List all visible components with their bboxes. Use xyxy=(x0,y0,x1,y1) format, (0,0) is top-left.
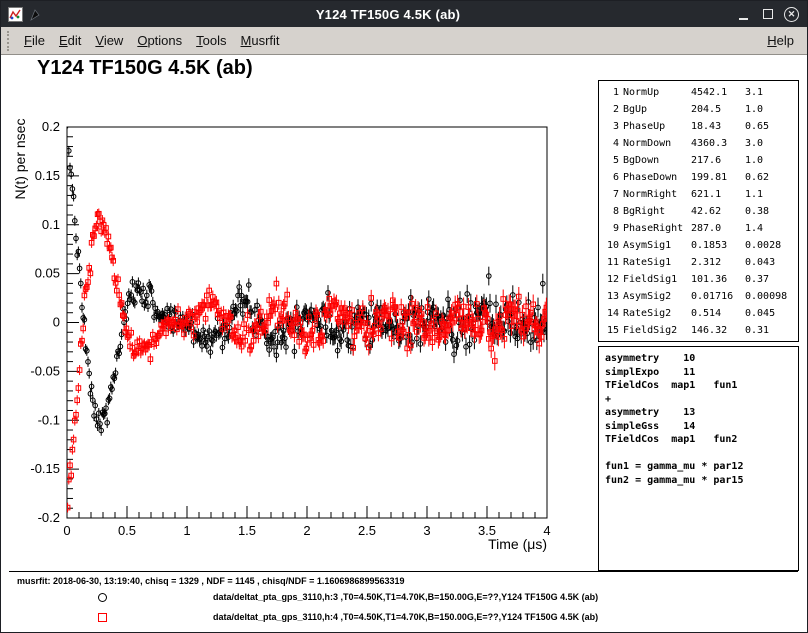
window-title: Y124 TF150G 4.5K (ab) xyxy=(41,7,735,22)
menu-item-edit[interactable]: Edit xyxy=(52,28,88,53)
svg-text:0.2: 0.2 xyxy=(42,119,60,134)
data-series-square xyxy=(65,209,548,513)
legend-label: data/deltat_pta_gps_3110,h:4 ,T0=4.50K,T… xyxy=(213,612,598,622)
menu-item-help[interactable]: Help xyxy=(758,28,803,53)
window-controls: ✕ xyxy=(735,6,800,23)
legend-item: data/deltat_pta_gps_3110,h:3 ,T0=4.50K,T… xyxy=(1,590,807,606)
minimize-button[interactable] xyxy=(735,6,752,23)
maximize-button[interactable] xyxy=(759,6,776,23)
menu-item-options[interactable]: Options xyxy=(130,28,189,53)
parameters-box[interactable]: 1NormUp4542.13.12BgUp204.51.03PhaseUp18.… xyxy=(598,80,799,342)
parameter-row: 10AsymSig10.18530.0028 xyxy=(603,237,794,254)
parameter-row: 7NormRight621.11.1 xyxy=(603,186,794,203)
parameter-row: 6PhaseDown199.810.62 xyxy=(603,169,794,186)
legend-marker-circle-icon xyxy=(98,593,107,602)
parameter-row: 8BgRight42.620.38 xyxy=(603,203,794,220)
menu-item-musrfit[interactable]: Musrfit xyxy=(234,28,287,53)
legend-label: data/deltat_pta_gps_3110,h:3 ,T0=4.50K,T… xyxy=(213,592,598,602)
pin-icon[interactable] xyxy=(28,8,41,21)
svg-text:-0.15: -0.15 xyxy=(30,461,60,476)
parameter-row: 12FieldSig1101.360.37 xyxy=(603,271,794,288)
parameter-row: 5BgDown217.61.0 xyxy=(603,152,794,169)
parameter-row: 2BgUp204.51.0 xyxy=(603,101,794,118)
svg-text:0.15: 0.15 xyxy=(35,168,60,183)
svg-text:0.05: 0.05 xyxy=(35,266,60,281)
svg-text:0.1: 0.1 xyxy=(42,217,60,232)
svg-text:-0.1: -0.1 xyxy=(38,412,60,427)
theory-box[interactable]: asymmetry 10 simplExpo 11 TFieldCos map1… xyxy=(598,346,799,571)
title-bar[interactable]: Y124 TF150G 4.5K (ab) ✕ xyxy=(1,1,807,27)
parameter-row: 1NormUp4542.13.1 xyxy=(603,84,794,101)
menu-item-file[interactable]: File xyxy=(17,28,52,53)
minimize-icon xyxy=(739,18,748,20)
svg-text:2: 2 xyxy=(303,523,310,538)
maximize-icon xyxy=(763,9,773,19)
y-axis-title: N(t) per nsec xyxy=(12,119,28,200)
close-button[interactable]: ✕ xyxy=(783,6,800,23)
svg-text:0.5: 0.5 xyxy=(118,523,136,538)
root-canvas[interactable]: 00.511.522.533.54-0.2-0.15-0.1-0.0500.05… xyxy=(1,55,807,632)
titlebar-icons xyxy=(8,7,41,22)
data-series-circle xyxy=(65,119,548,436)
svg-text:1: 1 xyxy=(183,523,190,538)
legend-item: data/deltat_pta_gps_3110,h:4 ,T0=4.50K,T… xyxy=(1,610,807,626)
parameter-row: 3PhaseUp18.430.65 xyxy=(603,118,794,135)
parameter-row: 13AsymSig20.017160.00098 xyxy=(603,288,794,305)
legend-marker-square-icon xyxy=(98,613,107,622)
menu-items: FileEditViewOptionsToolsMusrfit xyxy=(17,28,287,53)
svg-text:1.5: 1.5 xyxy=(238,523,256,538)
parameter-row: 4NormDown4360.33.0 xyxy=(603,135,794,152)
fit-info: musrfit: 2018-06-30, 13:19:40, chisq = 1… xyxy=(17,576,404,586)
parameter-row: 15FieldSig2146.320.31 xyxy=(603,322,794,339)
svg-text:0: 0 xyxy=(53,315,60,330)
plot-title: Y124 TF150G 4.5K (ab) xyxy=(37,57,253,80)
parameter-row: 14RateSig20.5140.045 xyxy=(603,305,794,322)
theory-text: asymmetry 10 simplExpo 11 TFieldCos map1… xyxy=(605,352,792,487)
app-icon xyxy=(8,7,23,22)
menubar-handle-icon[interactable] xyxy=(7,31,12,51)
parameter-row: 11RateSig12.3120.043 xyxy=(603,254,794,271)
parameter-row: 9PhaseRight287.01.4 xyxy=(603,220,794,237)
x-axis-title: Time (μs) xyxy=(488,536,547,552)
menu-item-view[interactable]: View xyxy=(88,28,130,53)
close-icon: ✕ xyxy=(784,7,799,22)
menu-item-tools[interactable]: Tools xyxy=(189,28,233,53)
svg-text:0: 0 xyxy=(63,523,70,538)
musrview-window: Y124 TF150G 4.5K (ab) ✕ FileEditViewOpti… xyxy=(0,0,808,633)
footer-divider xyxy=(9,571,798,572)
svg-text:-0.05: -0.05 xyxy=(30,363,60,378)
menu-bar: FileEditViewOptionsToolsMusrfit Help xyxy=(1,27,807,55)
svg-text:2.5: 2.5 xyxy=(358,523,376,538)
svg-text:3: 3 xyxy=(423,523,430,538)
svg-text:-0.2: -0.2 xyxy=(38,510,60,525)
